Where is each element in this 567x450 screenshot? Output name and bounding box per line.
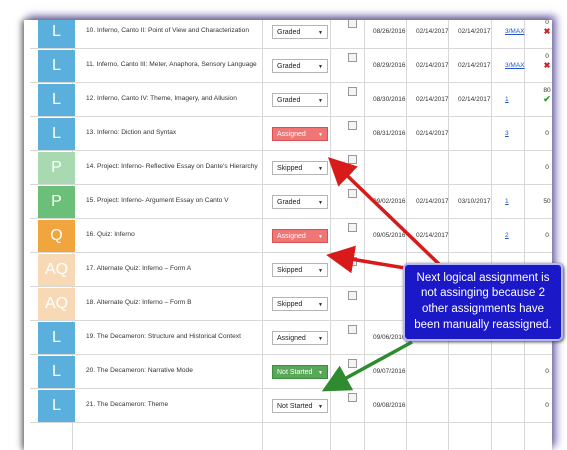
annotation-callout: Next logical assignment is not assinging…	[403, 263, 563, 341]
arrow-to-row-16	[326, 245, 406, 274]
arrow-to-row-13	[327, 157, 442, 267]
callout-text: Next logical assignment is not assinging…	[414, 271, 552, 331]
arrow-to-row-20	[321, 340, 413, 392]
annotation-arrows	[321, 157, 442, 392]
